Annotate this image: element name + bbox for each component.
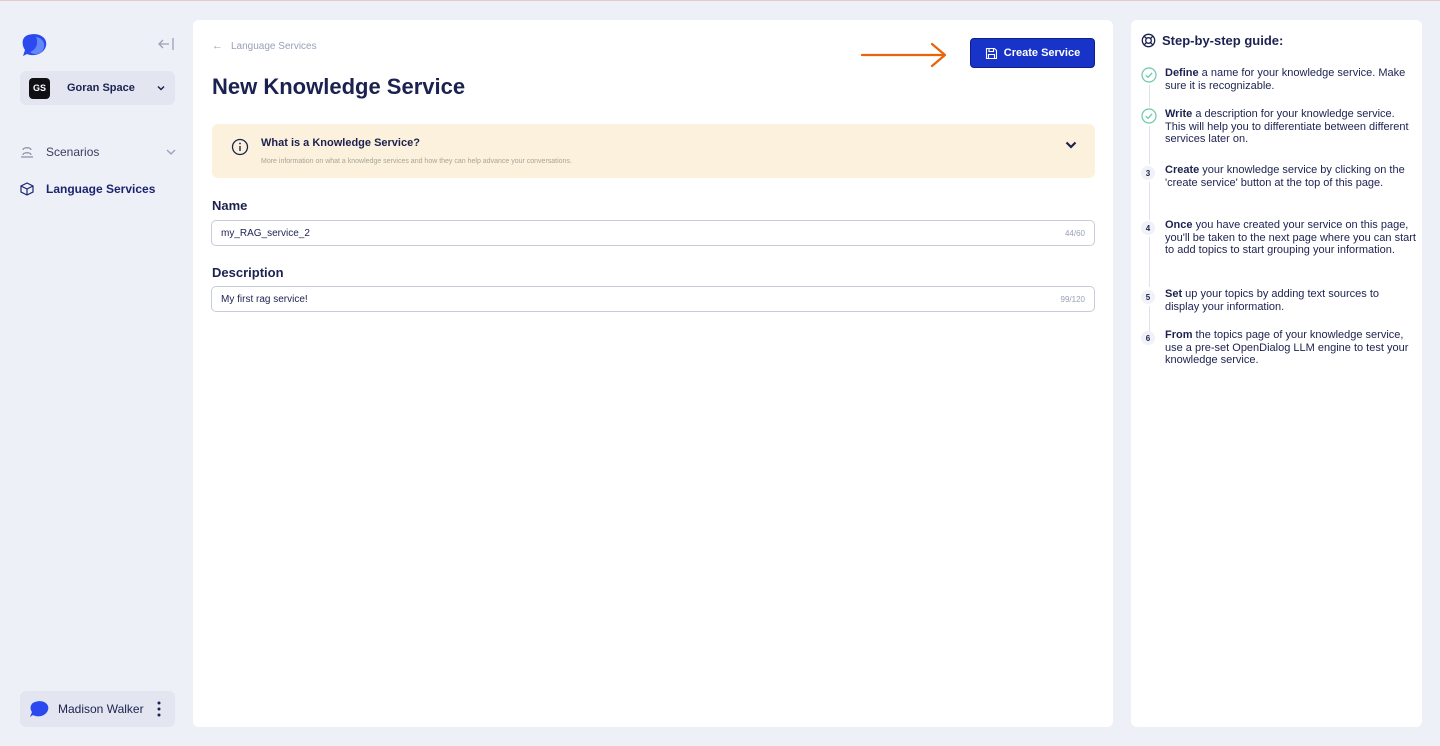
description-field[interactable]: 99/120 [211,286,1095,312]
name-char-count: 44/60 [1064,228,1085,238]
workspace-name: Goran Space [67,82,135,94]
step-text: Write a description for your knowledge s… [1165,108,1409,145]
name-field[interactable]: 44/60 [211,220,1095,246]
step-marker: 4 [1141,219,1157,287]
chevron-down-icon [157,85,165,91]
step-connector [1149,85,1150,107]
step-marker [1141,67,1157,107]
chevron-down-icon[interactable] [1064,138,1078,152]
sidebar: GS Goran Space Scenarios Language Servic… [0,0,193,746]
name-label: Name [212,198,248,213]
guide-step: 4 Once you have created your service on … [1141,219,1416,287]
sidebar-item-scenarios[interactable]: Scenarios [20,145,177,159]
workspace-selector[interactable]: GS Goran Space [20,71,175,105]
create-service-button[interactable]: Create Service [970,38,1095,68]
guide-step: 5 Set up your topics by adding text sour… [1141,288,1416,331]
avatar [30,701,49,717]
step-text: Set up your topics by adding text source… [1165,288,1380,313]
step-text: Define a name for your knowledge service… [1165,67,1406,92]
step-marker: 3 [1141,164,1157,220]
step-text: Once you have created your service on th… [1165,219,1416,256]
sidebar-item-label: Language Services [46,182,156,196]
cube-icon [20,182,34,196]
guide-step: 3 Create your knowledge service by click… [1141,164,1416,220]
step-connector [1149,126,1150,164]
description-char-count: 99/120 [1060,294,1085,304]
step-text: From the topics page of your knowledge s… [1165,329,1409,366]
step-number: 6 [1141,331,1155,345]
step-marker [1141,108,1157,164]
step-number: 5 [1141,290,1155,304]
save-icon [985,47,997,59]
guide-step: Write a description for your knowledge s… [1141,108,1416,164]
step-text: Create your knowledge service by clickin… [1165,164,1405,189]
top-border [0,0,1440,1]
step-number: 4 [1141,221,1155,235]
description-label: Description [212,265,284,280]
step-marker: 5 [1141,288,1157,331]
guide-header: Step-by-step guide: [1141,33,1283,48]
name-input[interactable] [221,227,1065,239]
arrow-right-icon [860,42,947,68]
step-connector [1149,237,1150,287]
create-service-label: Create Service [1003,47,1081,59]
sidebar-item-label: Scenarios [46,145,100,159]
step-marker: 6 [1141,329,1157,367]
step-number: 3 [1141,166,1155,180]
description-input[interactable] [221,293,1061,305]
arrow-left-icon: ← [212,40,223,52]
lifebuoy-icon [1141,33,1156,48]
user-name: Madison Walker [58,702,144,716]
scenarios-icon [21,147,33,158]
breadcrumb[interactable]: ← Language Services [212,40,317,52]
chevron-down-icon[interactable] [165,146,177,158]
check-circle-icon [1141,67,1157,83]
step-connector [1149,182,1150,220]
workspace-badge: GS [29,77,50,99]
info-banner-subtitle: More information on what a knowledge ser… [261,158,572,165]
step-connector [1149,306,1150,331]
guide-step: Define a name for your knowledge service… [1141,67,1416,107]
check-circle-icon [1141,108,1157,124]
breadcrumb-link[interactable]: Language Services [231,41,317,52]
guide-step: 6 From the topics page of your knowledge… [1141,329,1416,367]
step-guide-panel: Step-by-step guide: Define a name for yo… [1131,20,1422,727]
guide-title: Step-by-step guide: [1162,33,1284,48]
sidebar-item-language-services[interactable]: Language Services [20,182,155,196]
user-menu[interactable]: Madison Walker [20,691,175,727]
page-title: New Knowledge Service [212,74,466,99]
info-banner-title: What is a Knowledge Service? [261,137,420,149]
info-icon [231,138,249,156]
opendialog-logo[interactable] [22,33,48,57]
more-options-icon[interactable] [153,700,165,718]
collapse-sidebar-icon[interactable] [157,36,175,52]
main-panel: ← Language Services New Knowledge Servic… [193,20,1113,727]
info-banner[interactable]: What is a Knowledge Service? More inform… [212,124,1095,178]
